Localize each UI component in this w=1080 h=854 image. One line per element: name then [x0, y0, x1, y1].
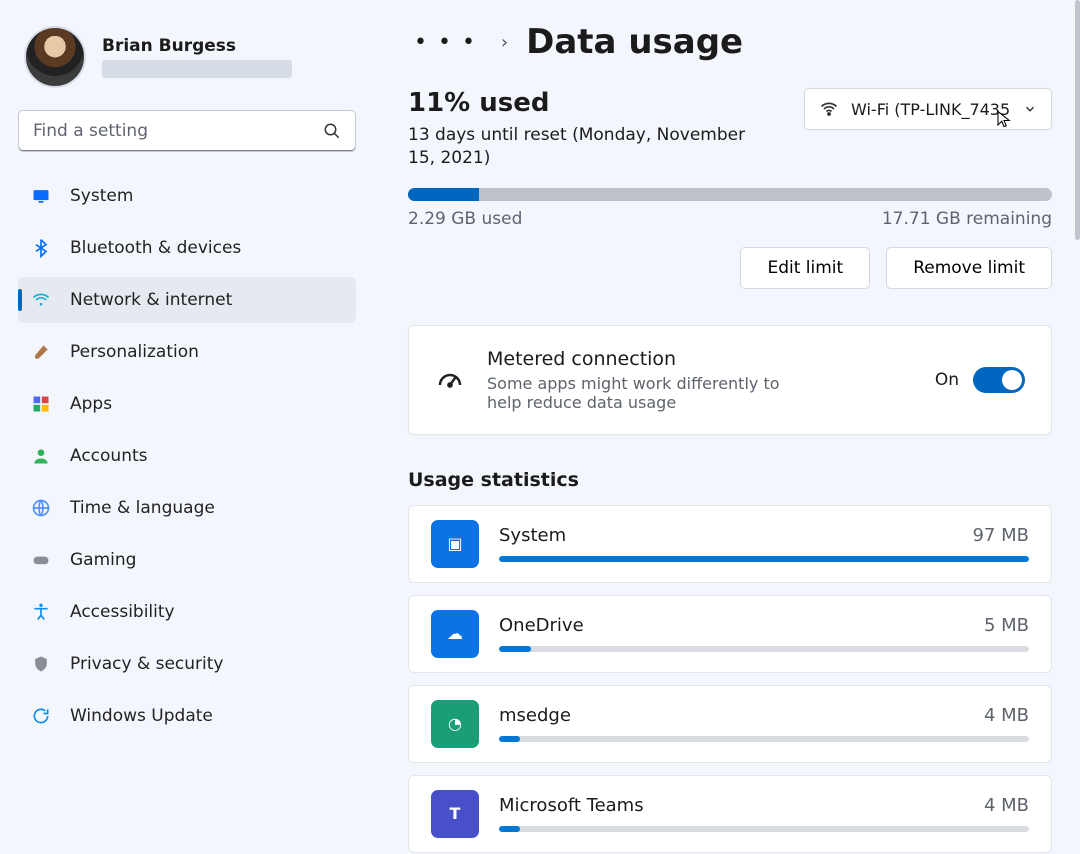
app-name: Microsoft Teams: [499, 795, 644, 816]
metered-subtitle: Some apps might work differently to help…: [487, 374, 817, 412]
globe-clock-icon: [30, 498, 52, 518]
edit-limit-button[interactable]: Edit limit: [740, 247, 870, 289]
bluetooth-icon: [30, 238, 52, 258]
page-title: Data usage: [526, 22, 743, 62]
sidebar-item-network-internet[interactable]: Network & internet: [18, 277, 356, 323]
app-usage-value: 4 MB: [984, 795, 1029, 816]
sidebar-item-label: Gaming: [70, 550, 136, 570]
person-icon: [30, 446, 52, 466]
scrollbar[interactable]: [1075, 0, 1080, 240]
sidebar-item-label: Privacy & security: [70, 654, 224, 674]
sidebar-item-privacy-security[interactable]: Privacy & security: [18, 641, 356, 687]
toggle-state-label: On: [935, 370, 959, 390]
app-usage-bar: [499, 736, 1029, 742]
wifi-icon: [30, 290, 52, 310]
sidebar-item-label: Accounts: [70, 446, 148, 466]
search-icon: [323, 122, 341, 140]
app-name: msedge: [499, 705, 571, 726]
user-block[interactable]: Brian Burgess: [18, 20, 356, 106]
sidebar-item-label: Network & internet: [70, 290, 232, 310]
sidebar-item-label: Windows Update: [70, 706, 213, 726]
sidebar-item-label: Accessibility: [70, 602, 175, 622]
used-label: 2.29 GB used: [408, 209, 522, 229]
update-icon: [30, 706, 52, 726]
shield-icon: [30, 654, 52, 674]
chevron-right-icon: ›: [501, 32, 508, 53]
network-name: Wi-Fi (TP-LINK_7435: [851, 100, 1010, 119]
usage-row-msedge[interactable]: ◔ msedge 4 MB: [408, 685, 1052, 763]
network-selector[interactable]: Wi-Fi (TP-LINK_7435: [804, 88, 1052, 130]
more-button[interactable]: • • •: [408, 26, 483, 59]
data-limit-fill: [408, 188, 479, 201]
user-name: Brian Burgess: [102, 36, 292, 56]
nav-list: System Bluetooth & devices Network & inter…: [18, 170, 356, 742]
app-usage-value: 4 MB: [984, 705, 1029, 726]
sidebar-item-windows-update[interactable]: Windows Update: [18, 693, 356, 739]
sidebar-item-apps[interactable]: Apps: [18, 381, 356, 427]
usage-row-microsoft-teams[interactable]: T Microsoft Teams 4 MB: [408, 775, 1052, 853]
metered-title: Metered connection: [487, 348, 913, 370]
usage-row-onedrive[interactable]: ☁ OneDrive 5 MB: [408, 595, 1052, 673]
usage-row-system[interactable]: ▣ System 97 MB: [408, 505, 1052, 583]
app-usage-bar: [499, 826, 1029, 832]
app-usage-value: 97 MB: [972, 525, 1029, 546]
usage-stats-heading: Usage statistics: [408, 469, 1052, 491]
remaining-label: 17.71 GB remaining: [882, 209, 1052, 229]
user-text: Brian Burgess: [102, 36, 292, 78]
app-name: OneDrive: [499, 615, 584, 636]
usage-summary: 11% used 13 days until reset (Monday, No…: [408, 88, 768, 170]
settings-sidebar: Brian Burgess System Bluetooth & devices N…: [0, 0, 370, 854]
main-content: • • • › Data usage 11% used 13 days unti…: [370, 0, 1080, 854]
app-icon: ▣: [431, 520, 479, 568]
accessibility-icon: [30, 602, 52, 622]
remove-limit-button[interactable]: Remove limit: [886, 247, 1052, 289]
search-box[interactable]: [18, 110, 356, 152]
sidebar-item-label: Time & language: [70, 498, 215, 518]
chevron-down-icon: [1023, 102, 1037, 116]
sidebar-item-bluetooth-devices[interactable]: Bluetooth & devices: [18, 225, 356, 271]
apps-icon: [30, 394, 52, 414]
app-icon: ◔: [431, 700, 479, 748]
breadcrumb: • • • › Data usage: [408, 22, 1052, 62]
sidebar-item-gaming[interactable]: Gaming: [18, 537, 356, 583]
gamepad-icon: [30, 550, 52, 570]
metered-toggle[interactable]: [973, 367, 1025, 393]
usage-stats-list: ▣ System 97 MB ☁ OneDrive 5 MB ◔ msedge 4 MB T Mic…: [408, 505, 1052, 853]
sidebar-item-label: Personalization: [70, 342, 199, 362]
data-limit-bar: [408, 188, 1052, 201]
app-icon: T: [431, 790, 479, 838]
sidebar-item-personalization[interactable]: Personalization: [18, 329, 356, 375]
sidebar-item-label: Apps: [70, 394, 112, 414]
app-usage-bar: [499, 556, 1029, 562]
sidebar-item-accessibility[interactable]: Accessibility: [18, 589, 356, 635]
metered-connection-card: Metered connection Some apps might work …: [408, 325, 1052, 435]
avatar: [24, 26, 86, 88]
sidebar-item-label: Bluetooth & devices: [70, 238, 241, 258]
app-usage-bar: [499, 646, 1029, 652]
display-icon: [30, 186, 52, 206]
app-name: System: [499, 525, 566, 546]
user-email-placeholder: [102, 60, 292, 78]
speedometer-icon: [435, 365, 465, 395]
paintbrush-icon: [30, 342, 52, 362]
sidebar-item-time-language[interactable]: Time & language: [18, 485, 356, 531]
app-usage-value: 5 MB: [984, 615, 1029, 636]
reset-text: 13 days until reset (Monday, November 15…: [408, 124, 768, 170]
sidebar-item-accounts[interactable]: Accounts: [18, 433, 356, 479]
wifi-icon: [819, 99, 839, 119]
app-icon: ☁: [431, 610, 479, 658]
percent-used: 11% used: [408, 88, 768, 118]
search-input[interactable]: [33, 121, 323, 141]
sidebar-item-system[interactable]: System: [18, 173, 356, 219]
sidebar-item-label: System: [70, 186, 133, 206]
